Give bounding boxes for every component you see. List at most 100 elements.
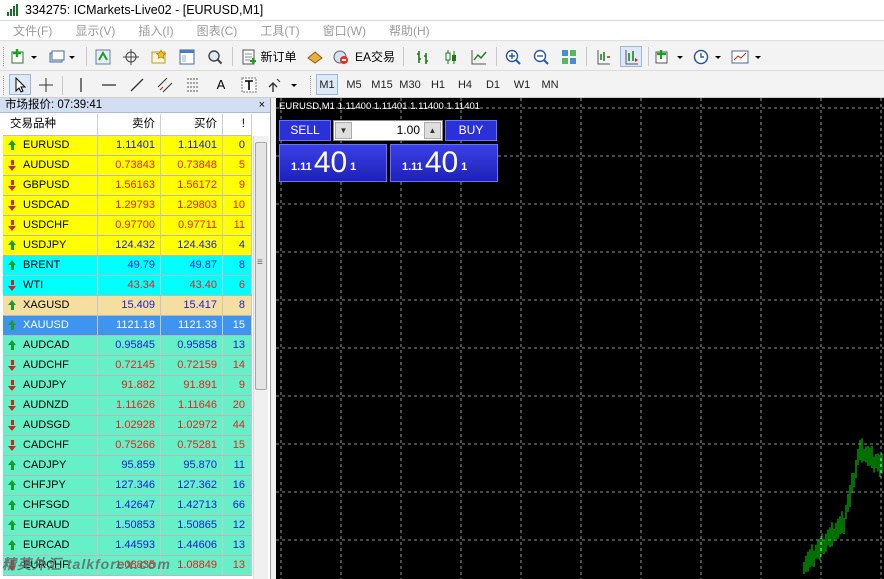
toolbar-grip[interactable]	[3, 47, 6, 66]
text-label-tool[interactable]	[238, 74, 260, 95]
table-row[interactable]: AUDUSD 0.73843 0.73848 5	[3, 156, 252, 176]
timeframe-m30[interactable]: M30	[397, 74, 423, 95]
table-row[interactable]: AUDCAD 0.95845 0.95858 13	[3, 336, 252, 356]
table-row[interactable]: CADJPY 95.859 95.870 11	[3, 456, 252, 476]
chart-window[interactable]: EURUSD,M1 1.11400 1.11401 1.11400 1.1140…	[276, 98, 884, 579]
ask-cell: 1.56172	[161, 176, 223, 195]
strategy-tester-toggle[interactable]	[204, 46, 226, 67]
table-row[interactable]: AUDSGD 1.02928 1.02972 44	[3, 416, 252, 436]
auto-scroll-button[interactable]	[620, 46, 642, 67]
volume-decrease-icon[interactable]: ▼	[335, 122, 352, 139]
metaeditor-button[interactable]	[304, 46, 326, 67]
buy-quote-big: 40 1	[425, 147, 467, 179]
vertical-scrollbar[interactable]	[253, 136, 268, 579]
symbol-name: AUDJPY	[23, 379, 67, 391]
table-row[interactable]: CADCHF 0.75266 0.75281 15	[3, 436, 252, 456]
column-bid[interactable]: 卖价	[98, 114, 161, 135]
table-row[interactable]: XAUUSD 1121.18 1121.33 15	[3, 316, 252, 336]
market-watch-toggle[interactable]	[92, 46, 114, 67]
table-row[interactable]: WTI 43.34 43.40 6	[3, 276, 252, 296]
line-chart-button[interactable]	[468, 46, 490, 67]
horizontal-line-tool[interactable]	[98, 74, 120, 95]
table-row[interactable]: XAGUSD 15.409 15.417 8	[3, 296, 252, 316]
text-tool[interactable]: A	[210, 74, 232, 95]
table-row[interactable]: EURUSD 1.11401 1.11401 0	[3, 136, 252, 156]
toolbar-grip[interactable]	[3, 76, 6, 95]
menu-file[interactable]: 文件(F)	[0, 22, 62, 40]
timeframe-m1[interactable]: M1	[316, 74, 338, 95]
menu-help[interactable]: 帮助(H)	[376, 22, 440, 40]
symbol-cell: EURCAD	[3, 536, 98, 555]
table-row[interactable]: CHFJPY 127.346 127.362 16	[3, 476, 252, 496]
symbol-cell: GBPUSD	[3, 176, 98, 195]
menu-view[interactable]: 显示(V)	[62, 22, 125, 40]
line-chart-icon	[471, 49, 487, 64]
one-click-trading-panel: SELL ▼ 1.00 ▲ BUY 1.11 40 1 1.11 40 1	[279, 118, 498, 184]
app-logo-icon	[6, 4, 20, 16]
candlestick-chart-button[interactable]	[440, 46, 462, 67]
periods-button[interactable]	[692, 46, 726, 67]
equidistant-channel-tool[interactable]	[154, 74, 176, 95]
fibonacci-tool[interactable]	[182, 74, 204, 95]
timeframe-d1[interactable]: D1	[482, 74, 504, 95]
column-ask[interactable]: 买价	[161, 114, 223, 135]
table-row[interactable]: BRENT 49.79 49.87 8	[3, 256, 252, 276]
new-order-button[interactable]: 新订单	[238, 46, 300, 67]
symbol-name: GBPUSD	[23, 179, 70, 191]
arrow-up-icon	[7, 520, 17, 531]
data-window-toggle[interactable]	[120, 46, 142, 67]
zoom-out-button[interactable]	[530, 46, 552, 67]
crosshair-tool[interactable]	[35, 74, 57, 95]
table-row[interactable]: AUDJPY 91.882 91.891 9	[3, 376, 252, 396]
volume-increase-icon[interactable]: ▲	[424, 122, 441, 139]
sell-quote-box[interactable]: 1.11 40 1	[279, 144, 387, 182]
timeframe-w1[interactable]: W1	[510, 74, 534, 95]
timeframe-m5[interactable]: M5	[342, 74, 366, 95]
table-row[interactable]: CHFSGD 1.42647 1.42713 66	[3, 496, 252, 516]
table-row[interactable]: AUDNZD 1.11626 1.11646 20	[3, 396, 252, 416]
chart-shift-button[interactable]	[592, 46, 614, 67]
table-row[interactable]: USDJPY 124.432 124.436 4	[3, 236, 252, 256]
table-row[interactable]: USDCAD 1.29793 1.29803 10	[3, 196, 252, 216]
vertical-line-tool[interactable]	[70, 74, 92, 95]
close-icon[interactable]: ×	[259, 98, 265, 112]
buy-quote-box[interactable]: 1.11 40 1	[390, 144, 498, 182]
table-row[interactable]: GBPUSD 1.56163 1.56172 9	[3, 176, 252, 196]
bid-cell: 1.02928	[98, 416, 161, 435]
table-row[interactable]: EURCAD 1.44593 1.44606 13	[3, 536, 252, 556]
tile-windows-button[interactable]	[558, 46, 580, 67]
table-row[interactable]: EURAUD 1.50853 1.50865 12	[3, 516, 252, 536]
arrows-tool[interactable]	[266, 74, 302, 95]
timeframe-mn[interactable]: MN	[538, 74, 562, 95]
timeframe-m15[interactable]: M15	[369, 74, 395, 95]
timeframe-h4[interactable]: H4	[454, 74, 476, 95]
trendline-tool[interactable]	[126, 74, 148, 95]
volume-field[interactable]: ▼ 1.00 ▲	[333, 120, 443, 141]
new-chart-button[interactable]	[9, 46, 41, 67]
menu-charts[interactable]: 图表(C)	[184, 22, 248, 40]
ea-trading-button[interactable]: EA交易	[331, 46, 395, 67]
timeframe-h1[interactable]: H1	[427, 74, 449, 95]
terminal-toggle[interactable]	[176, 46, 198, 67]
bar-chart-button[interactable]	[412, 46, 434, 67]
table-row[interactable]: AUDCHF 0.72145 0.72159 14	[3, 356, 252, 376]
spread-cell: 12	[223, 516, 252, 535]
column-symbol[interactable]: 交易品种	[3, 114, 98, 135]
zoom-in-button[interactable]	[502, 46, 524, 67]
buy-button[interactable]: BUY	[445, 120, 497, 141]
column-spread[interactable]: !	[223, 114, 252, 135]
sell-quote-sup: 1	[350, 161, 357, 173]
table-row[interactable]: USDCHF 0.97700 0.97711 11	[3, 216, 252, 236]
cursor-tool[interactable]	[9, 74, 31, 95]
volume-value[interactable]: 1.00	[397, 123, 420, 137]
navigator-toggle[interactable]	[148, 46, 170, 67]
menu-insert[interactable]: 插入(I)	[125, 22, 183, 40]
toolbar-grip[interactable]	[310, 76, 313, 95]
indicators-button[interactable]	[654, 46, 688, 67]
menu-window[interactable]: 窗口(W)	[310, 22, 376, 40]
templates-button[interactable]	[730, 46, 766, 67]
scrollbar-thumb[interactable]	[255, 142, 267, 390]
sell-button[interactable]: SELL	[279, 120, 331, 141]
profiles-button[interactable]	[47, 46, 79, 67]
menu-tools[interactable]: 工具(T)	[247, 22, 309, 40]
